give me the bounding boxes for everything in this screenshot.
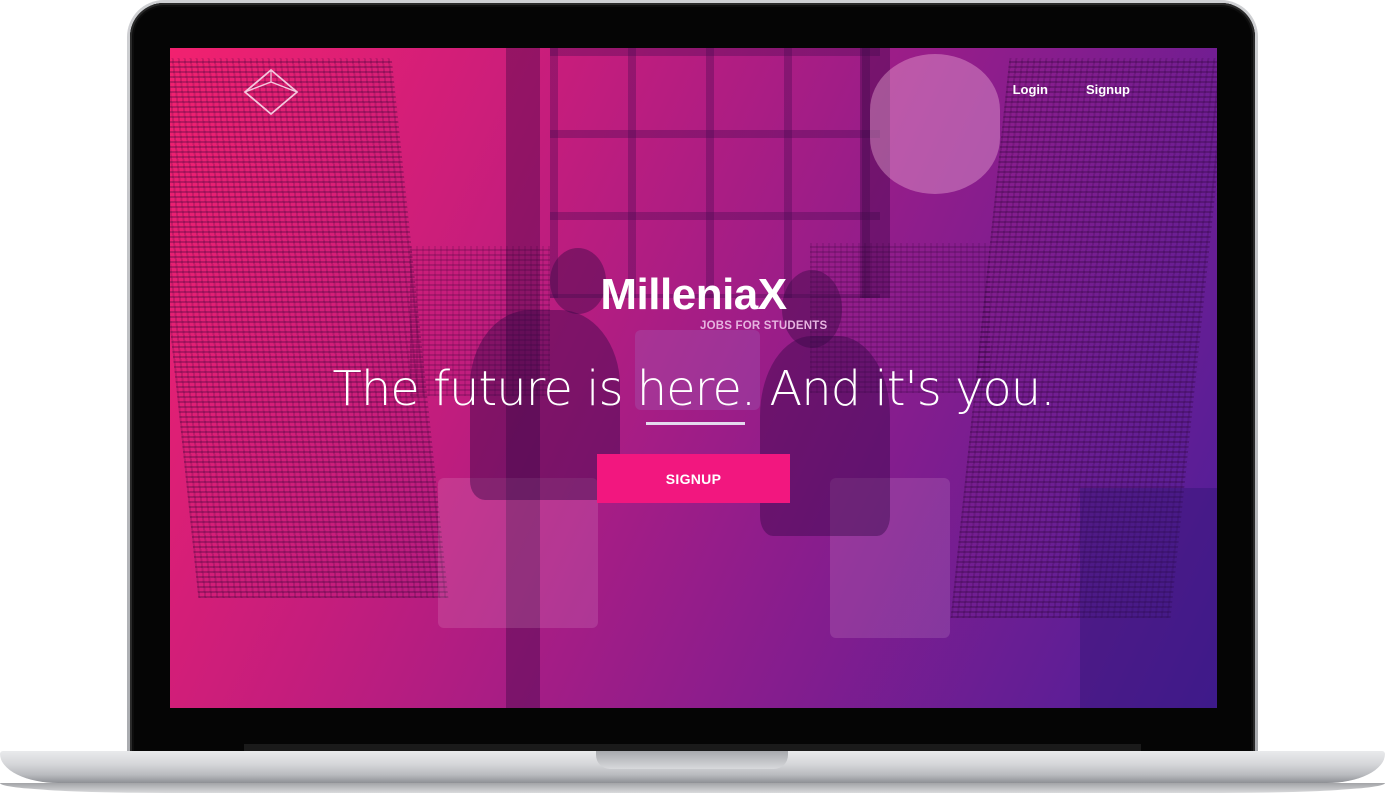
hero-headline: The future is here. And it's you. [332, 361, 1056, 417]
landing-page-screen: Login Signup MilleniaX JOBS FOR STUDENTS… [170, 48, 1217, 708]
seat-left [438, 478, 598, 628]
cabinet [1080, 488, 1217, 708]
laptop-mockup: Login Signup MilleniaX JOBS FOR STUDENTS… [0, 0, 1385, 800]
nav-signup-link[interactable]: Signup [1086, 82, 1130, 97]
signup-cta-button[interactable]: SIGNUP [597, 454, 790, 503]
brand-tagline: JOBS FOR STUDENTS [700, 320, 828, 332]
headline-underline [646, 422, 745, 425]
nav-login-link[interactable]: Login [1013, 82, 1048, 97]
brand-name: MilleniaX [600, 270, 787, 319]
laptop-opening-notch [596, 751, 788, 769]
top-nav: Login Signup [1013, 82, 1130, 97]
diamond-logo-icon[interactable] [242, 68, 300, 118]
mesh-chair-left [170, 58, 449, 598]
laptop-base-lip [0, 783, 1385, 793]
pendant-lamp [870, 54, 1000, 194]
